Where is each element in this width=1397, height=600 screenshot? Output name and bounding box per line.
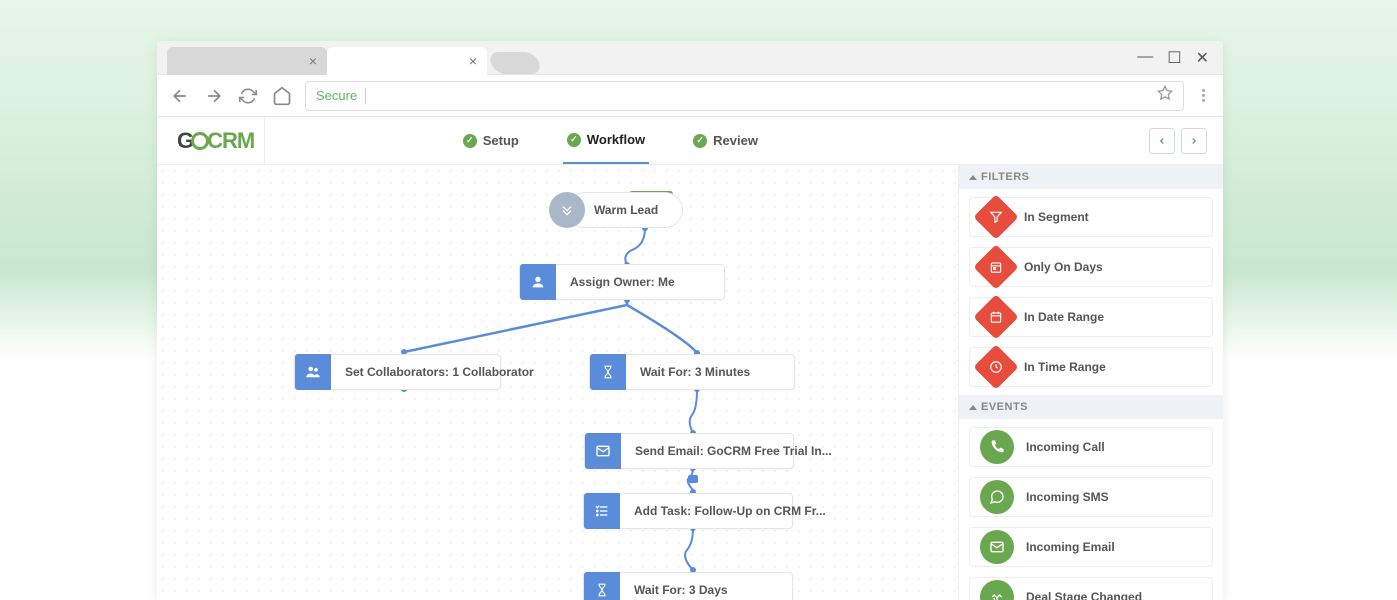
home-icon[interactable] — [271, 85, 293, 107]
forward-icon[interactable] — [203, 85, 225, 107]
step-review[interactable]: ✓ Review — [689, 117, 762, 164]
workflow-steps: ✓ Setup ✓ Workflow ✓ Review — [459, 117, 762, 164]
calendar-day-icon — [973, 244, 1018, 289]
step-label: Review — [713, 133, 758, 148]
close-icon[interactable]: × — [309, 53, 317, 69]
nav-buttons — [1149, 128, 1213, 154]
maximize-icon[interactable]: ☐ — [1167, 48, 1181, 68]
step-label: Workflow — [587, 132, 645, 147]
event-incoming-email[interactable]: Incoming Email — [969, 527, 1213, 567]
filter-in-time-range[interactable]: In Time Range — [969, 347, 1213, 387]
node-label: Assign Owner: Me — [556, 275, 689, 289]
browser-tab-active[interactable]: × — [327, 47, 487, 75]
titlebar: × × — ☐ ✕ — [157, 41, 1223, 75]
item-label: Only On Days — [1024, 260, 1103, 274]
node-wait-3min[interactable]: Wait For: 3 Minutes — [589, 354, 795, 390]
calendar-icon — [973, 294, 1018, 339]
envelope-icon — [980, 530, 1014, 564]
filter-in-segment[interactable]: In Segment — [969, 197, 1213, 237]
browser-tab[interactable]: × — [167, 47, 327, 75]
node-label: Set Collaborators: 1 Collaborator — [331, 365, 548, 379]
filter-only-on-days[interactable]: Only On Days — [969, 247, 1213, 287]
clock-icon — [973, 344, 1018, 389]
browser-window: × × — ☐ ✕ Secure — [157, 41, 1223, 600]
list-icon — [584, 493, 620, 529]
connectors — [157, 165, 958, 600]
node-label: Wait For: 3 Days — [620, 583, 742, 597]
check-icon: ✓ — [693, 134, 707, 148]
chat-icon — [980, 480, 1014, 514]
phone-icon — [980, 430, 1014, 464]
app-body: START Warm Lead Assign Owner: Me Set C — [157, 165, 1223, 600]
logo[interactable]: G CRM — [167, 117, 265, 164]
window-controls: — ☐ ✕ — [1137, 48, 1223, 68]
step-setup[interactable]: ✓ Setup — [459, 117, 523, 164]
next-button[interactable] — [1181, 128, 1207, 154]
check-icon: ✓ — [463, 134, 477, 148]
logo-text-crm: CRM — [207, 128, 254, 154]
minimize-icon[interactable]: — — [1137, 48, 1153, 68]
filter-items: In Segment Only On Days In Date Range — [959, 189, 1223, 395]
hourglass-icon — [584, 572, 620, 600]
star-icon[interactable] — [1157, 85, 1173, 106]
check-icon: ✓ — [567, 133, 581, 147]
event-incoming-call[interactable]: Incoming Call — [969, 427, 1213, 467]
caret-up-icon — [969, 175, 977, 180]
node-assign-owner[interactable]: Assign Owner: Me — [519, 264, 725, 300]
browser-menu-icon[interactable] — [1196, 89, 1211, 102]
back-icon[interactable] — [169, 85, 191, 107]
address-bar[interactable]: Secure — [305, 81, 1184, 111]
hourglass-icon — [590, 354, 626, 390]
new-tab-button[interactable] — [487, 52, 542, 74]
browser-toolbar: Secure — [157, 75, 1223, 117]
item-label: In Date Range — [1024, 310, 1104, 324]
chevron-down-icon — [549, 192, 585, 228]
event-deal-stage-changed[interactable]: Deal Stage Changed — [969, 577, 1213, 600]
start-node[interactable]: Warm Lead — [549, 192, 683, 228]
close-icon[interactable]: × — [469, 53, 477, 69]
node-wait-3days[interactable]: Wait For: 3 Days — [583, 572, 793, 600]
item-label: In Segment — [1024, 210, 1089, 224]
item-label: In Time Range — [1024, 360, 1106, 374]
browser-tabs: × × — [157, 41, 539, 74]
filter-in-date-range[interactable]: In Date Range — [969, 297, 1213, 337]
sidebar: FILTERS In Segment Only On Days — [958, 165, 1223, 600]
node-add-task[interactable]: Add Task: Follow-Up on CRM Fr... — [583, 493, 793, 529]
users-icon — [295, 354, 331, 390]
event-items: Incoming Call Incoming SMS Incoming Emai… — [959, 419, 1223, 600]
prev-button[interactable] — [1149, 128, 1175, 154]
reload-icon[interactable] — [237, 85, 259, 107]
item-label: Incoming Call — [1026, 440, 1105, 454]
workflow-canvas[interactable]: START Warm Lead Assign Owner: Me Set C — [157, 165, 958, 600]
app-header: G CRM ✓ Setup ✓ Workflow ✓ Review — [157, 117, 1223, 165]
node-send-email[interactable]: Send Email: GoCRM Free Trial In... — [584, 433, 794, 469]
item-label: Incoming SMS — [1026, 490, 1109, 504]
node-label: Send Email: GoCRM Free Trial In... — [621, 444, 846, 458]
user-icon — [520, 264, 556, 300]
handshake-icon — [980, 580, 1014, 600]
close-window-icon[interactable]: ✕ — [1196, 48, 1209, 68]
caret-up-icon — [969, 405, 977, 410]
step-workflow[interactable]: ✓ Workflow — [563, 117, 649, 164]
node-set-collaborators[interactable]: Set Collaborators: 1 Collaborator — [294, 354, 501, 390]
logo-icon — [191, 132, 209, 150]
step-label: Setup — [483, 133, 519, 148]
filters-header[interactable]: FILTERS — [959, 165, 1223, 189]
panel-title: EVENTS — [981, 401, 1028, 413]
item-label: Incoming Email — [1026, 540, 1115, 554]
node-label: Wait For: 3 Minutes — [626, 365, 764, 379]
secure-label: Secure — [316, 88, 357, 103]
item-label: Deal Stage Changed — [1026, 590, 1142, 600]
funnel-icon — [973, 194, 1018, 239]
node-label: Add Task: Follow-Up on CRM Fr... — [620, 504, 840, 518]
envelope-icon — [585, 433, 621, 469]
divider — [365, 88, 366, 104]
events-header[interactable]: EVENTS — [959, 395, 1223, 419]
panel-title: FILTERS — [981, 171, 1030, 183]
event-incoming-sms[interactable]: Incoming SMS — [969, 477, 1213, 517]
